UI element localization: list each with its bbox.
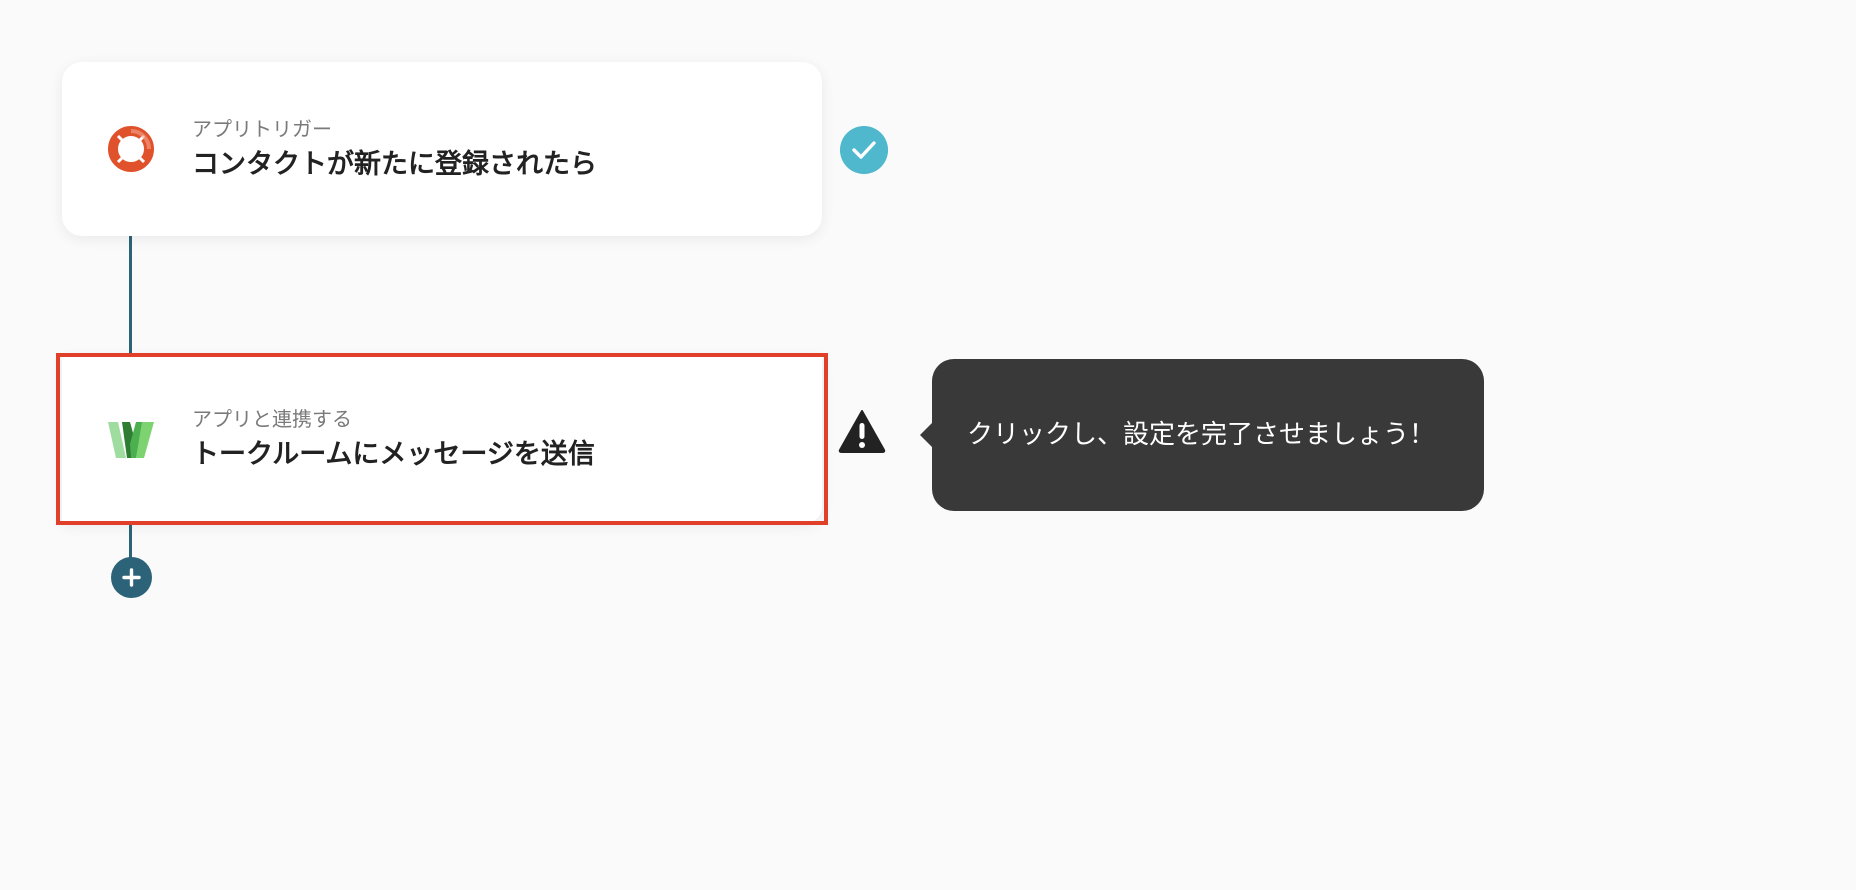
flow-connector-bottom: [129, 523, 132, 559]
w-app-icon: [108, 422, 154, 458]
check-icon: [840, 126, 888, 174]
add-step-button[interactable]: [111, 557, 152, 598]
trigger-step-title: コンタクトが新たに登録されたら: [192, 149, 597, 180]
trigger-step-subtitle: アプリトリガー: [192, 117, 332, 141]
action-step-card[interactable]: アプリと連携する トークルームにメッセージを送信: [62, 355, 822, 523]
plus-icon: [122, 568, 141, 587]
action-step-title: トークルームにメッセージを送信: [192, 439, 595, 470]
flow-connector-top: [129, 236, 132, 355]
action-step-text: アプリと連携する トークルームにメッセージを送信: [192, 405, 595, 473]
trigger-step-text: アプリトリガー コンタクトが新たに登録されたら: [192, 115, 597, 183]
trigger-step-card[interactable]: アプリトリガー コンタクトが新たに登録されたら: [62, 62, 822, 236]
flow-canvas: アプリトリガー コンタクトが新たに登録されたら アプリと連携する トークルームに…: [0, 0, 1856, 890]
action-step-subtitle: アプリと連携する: [192, 407, 352, 431]
lifebuoy-app-icon: [108, 126, 154, 172]
warning-icon: [838, 410, 886, 453]
setup-tooltip: クリックし、設定を完了させましょう！: [920, 359, 1484, 511]
